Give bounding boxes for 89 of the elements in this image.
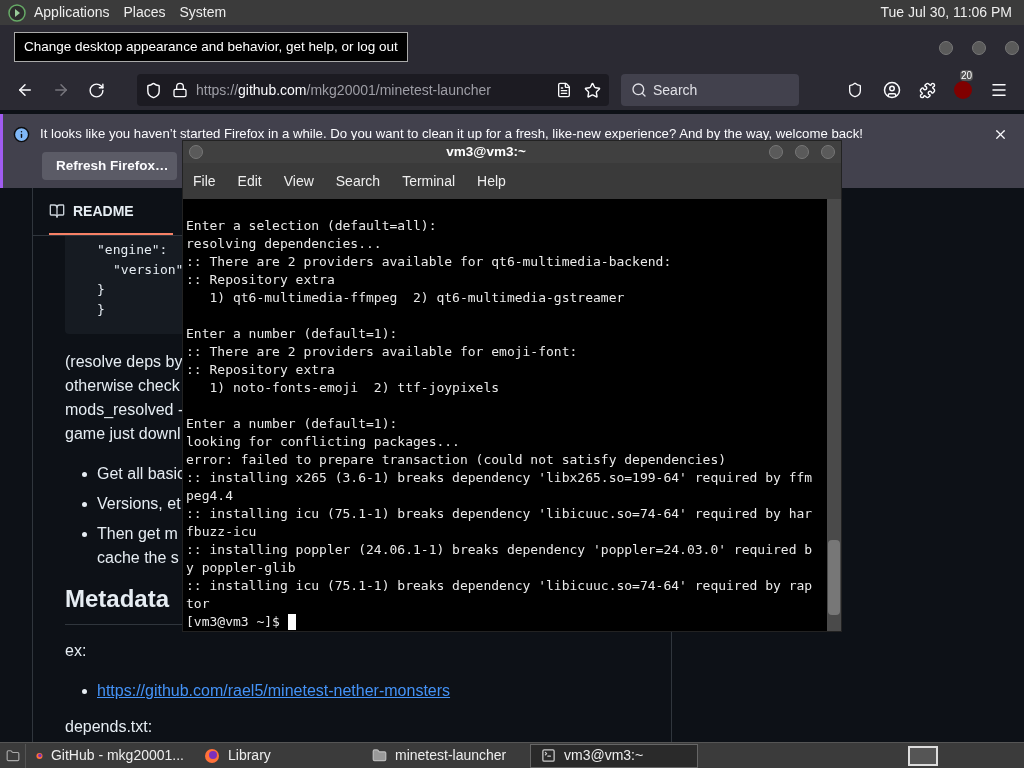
file-label: depends.txt: [65,717,153,737]
terminal-line: 1) qt6-multimedia-ffmpeg 2) qt6-multimedia-gstreamer [208,289,625,307]
taskbar-item-label: minetest-launcher [395,746,507,765]
terminal-line: peg4.4 [186,487,233,505]
clock: Tue Jul 30, 11:06 PM [880,3,1012,22]
terminal-line: 1) noto-fonts-emoji 2) ttf-joypixels [208,379,500,397]
distro-logo-icon [8,3,26,22]
paragraph-line: otherwise check [65,376,180,396]
reader-view-icon[interactable] [556,82,572,98]
shield-icon[interactable] [145,81,162,99]
terminal-line: Enter a number (default=1): [186,415,398,433]
terminal-line: :: installing poppler (24.06.1-1) breaks dependency 'poppler=24.03.0' required b [186,541,813,559]
code-line: } [97,281,105,299]
terminal-line: resolving dependencies... [186,235,382,253]
paragraph-line: mods_resolved - [65,400,184,420]
search-icon [631,82,647,98]
terminal-line: :: installing x265 (3.6-1) breaks dependency 'libx265.so=199-64' required by ffm [186,469,813,487]
info-icon [13,125,30,143]
forward-icon[interactable] [52,81,70,99]
text-cursor [287,614,296,630]
taskbar-item[interactable]: Library [194,743,362,768]
terminal-line: :: Repository extra [186,361,335,379]
terminal-line: :: installing icu (75.1-1) breaks dependency 'libicuuc.so=74-64' required by rap [186,577,813,595]
url-field[interactable]: https://github.com/mkg20001/minetest-launcher [137,74,609,106]
tooltip: Change desktop appearance and behavior, get help, or log out [14,32,408,62]
terminal-line: error: failed to prepare transaction (could not satisfy dependencies) [186,451,727,469]
terminal-line: looking for conflicting packages... [186,433,460,451]
desktop-icon [5,748,20,763]
account-icon[interactable] [883,81,901,99]
menu-item[interactable]: File [193,170,216,192]
extensions-icon[interactable] [919,81,936,99]
terminal-line: Enter a selection (default=all): [186,217,437,235]
bookmark-star-icon[interactable] [584,81,601,99]
shell-prompt: [vm3@vm3 ~]$ [186,613,280,631]
url-text: https://github.com/mkg20001/minetest-launcher [196,80,491,100]
taskbar-item[interactable]: GitHub - mkg20001... [26,743,194,768]
terminal-line: :: There are 2 providers available for emoji-font: [186,343,578,361]
menu-item[interactable]: Help [477,170,506,192]
terminal-line: tor [186,595,210,613]
taskbar-item-label: GitHub - mkg20001... [50,746,184,765]
bullet-text: Versions, et [97,494,181,514]
taskbar-item-label: Library [228,746,271,765]
terminal-line: :: There are 2 providers available for qt6-multimedia-backend: [186,253,672,271]
terminal-line: Enter a number (default=1): [186,325,398,343]
section-heading: Metadata [65,584,170,614]
notification-message: It looks like you haven’t started Firefox in a while. Do you want to clean it up for a fresh, like-new experience? And by the way, welcome back! [40,125,863,144]
menu-icon[interactable] [990,81,1008,99]
panel-menu[interactable]: Applications [34,2,110,23]
search-field[interactable]: Search [621,74,799,106]
menu-item[interactable]: Edit [237,170,262,192]
book-icon [49,203,65,219]
folder-icon [372,748,387,763]
browser-icon [204,747,220,764]
taskbar-item[interactable]: minetest-launcher [362,743,530,768]
bullet-text: cache the s [97,548,179,568]
paragraph-line: game just downl [65,424,181,444]
scrollbar[interactable] [827,199,841,631]
panel-menu[interactable]: Places [123,2,166,23]
terminal-line: :: installing icu (75.1-1) breaks dependency 'libicuuc.so=74-64' required by har [186,505,813,523]
code-line: "engine": [97,241,168,259]
terminal-line: fbuzz-icu [186,523,257,541]
refresh-firefox-button[interactable]: Refresh Firefox… [42,152,177,180]
panel-menu[interactable]: System [179,2,227,23]
taskbar-item[interactable]: vm3@vm3:~ [530,743,698,768]
reload-icon[interactable] [88,81,105,99]
window-title: vm3@vm3:~ [446,142,526,161]
scrollbar-thumb[interactable] [828,540,840,615]
terminal-icon [541,748,556,763]
readme-tab-label: README [73,201,134,221]
repository-link[interactable]: https://github.com/rael5/minetest-nether-monsters [97,682,451,699]
paragraph-line: (resolve deps by [65,352,183,372]
code-line: "version" [112,261,184,279]
example-label: ex: [65,641,87,661]
menu-item[interactable]: Terminal [402,170,456,192]
code-line: } [97,301,105,319]
taskbar-item-label: vm3@vm3:~ [564,746,644,765]
close-button[interactable] [1005,40,1019,55]
minimize-button[interactable] [939,40,953,55]
lock-icon[interactable] [172,82,188,98]
terminal-line: y poppler-glib [186,559,296,577]
search-placeholder: Search [653,80,698,100]
extension-badge: 20 [960,70,974,81]
bullet-text: Then get m [97,524,178,544]
terminal-line: :: Repository extra [186,271,335,289]
maximize-button[interactable] [972,40,986,55]
menu-item[interactable]: View [283,170,314,192]
back-icon[interactable] [16,81,34,99]
workspace-switcher[interactable] [908,745,938,766]
menu-item[interactable]: Search [335,170,381,192]
